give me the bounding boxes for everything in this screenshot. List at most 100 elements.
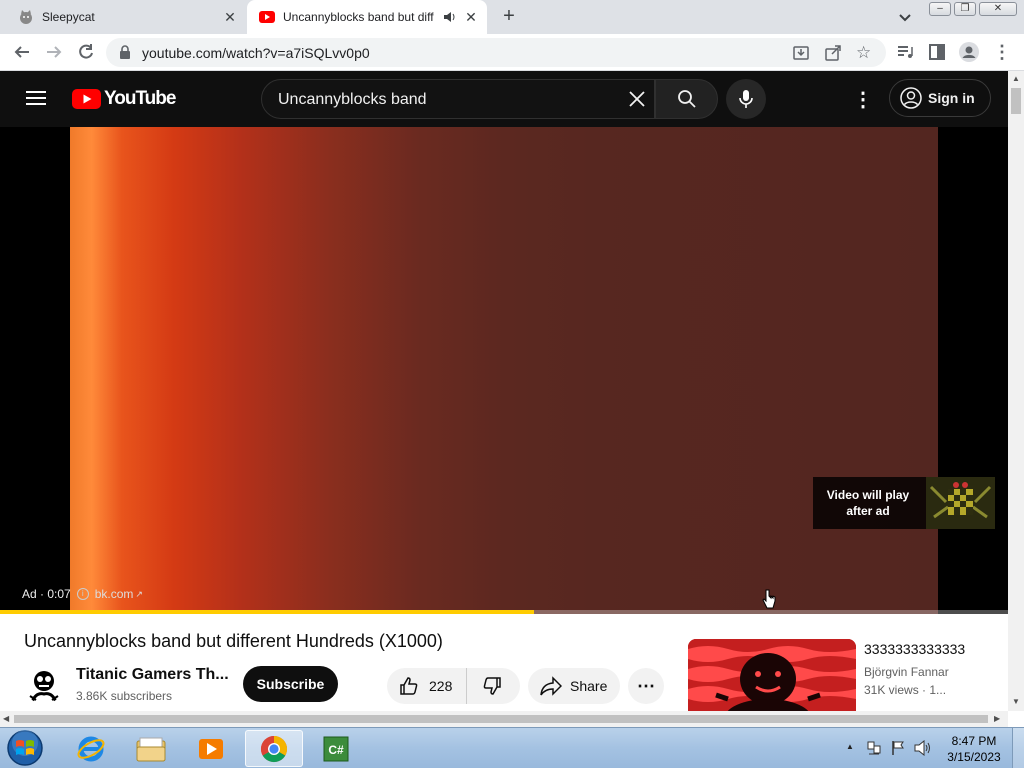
subscribe-button[interactable]: Subscribe [243, 666, 338, 702]
horizontal-scroll-thumb[interactable] [14, 715, 988, 723]
channel-name[interactable]: Titanic Gamers Th... [76, 666, 229, 684]
minimize-window-button[interactable]: – [929, 2, 951, 16]
youtube-header: YouTube Uncannyblocks band ⋮ Sign in [0, 71, 1008, 127]
url-text: youtube.com/watch?v=a7iSQLvv0p0 [142, 45, 370, 61]
csharp-icon: C# [323, 736, 349, 761]
start-button[interactable] [2, 728, 48, 768]
recommended-video-thumbnail[interactable] [688, 639, 856, 712]
taskbar-chrome[interactable] [245, 730, 303, 767]
bookmark-star-icon[interactable]: ☆ [856, 43, 871, 63]
ad-domain-link[interactable]: bk.com [95, 587, 134, 601]
scroll-down-arrow-icon[interactable]: ▼ [1012, 697, 1020, 706]
show-hidden-icons-button[interactable]: ▲ [846, 742, 854, 751]
voice-search-button[interactable] [726, 79, 766, 119]
search-query-text: Uncannyblocks band [278, 91, 427, 108]
like-button[interactable]: 228 [387, 668, 467, 704]
recommended-video-title[interactable]: 3333333333333 [864, 641, 966, 657]
close-tab-icon[interactable]: ✕ [222, 9, 238, 25]
youtube-logo-text: YouTube [104, 88, 176, 109]
thumbs-down-icon [483, 677, 501, 695]
browser-toolbar: youtube.com/watch?v=a7iSQLvv0p0 ☆ ⋮ [0, 34, 1024, 71]
ad-info-bar: Ad · 0:07 i bk.com ↗ [22, 587, 143, 601]
lock-icon[interactable] [119, 45, 131, 64]
media-player-icon [199, 738, 223, 759]
external-link-icon: ↗ [135, 588, 143, 599]
install-icon[interactable] [792, 44, 810, 67]
close-window-button[interactable]: ✕ [979, 2, 1017, 16]
subscriber-count: 3.86K subscribers [76, 689, 173, 703]
like-count: 228 [429, 678, 453, 694]
dislike-button[interactable] [467, 668, 517, 704]
profile-icon[interactable] [957, 40, 981, 64]
ad-preview-text: Video will play after ad [826, 488, 910, 518]
chrome-icon [260, 735, 288, 762]
scroll-left-arrow-icon[interactable]: ◀ [3, 714, 9, 723]
ad-preview-tile[interactable]: Video will play after ad [813, 477, 995, 529]
back-button[interactable] [10, 40, 34, 64]
folder-icon [136, 737, 166, 761]
search-input[interactable]: Uncannyblocks band [261, 79, 655, 119]
tab-search-chevron-icon[interactable] [897, 9, 913, 25]
tab-youtube-video[interactable]: Uncannyblocks band but diff ✕ [247, 0, 487, 34]
clock-time: 8:47 PM [951, 734, 997, 748]
system-clock[interactable]: 8:47 PM 3/15/2023 [946, 733, 1002, 765]
video-title: Uncannyblocks band but different Hundred… [24, 631, 443, 651]
tab-title: Sleepycat [42, 10, 95, 24]
recommended-video-channel[interactable]: Björgvin Fannar [864, 665, 949, 679]
network-icon[interactable] [866, 740, 882, 761]
thumbs-up-icon [400, 677, 418, 695]
channel-avatar[interactable] [24, 664, 64, 704]
windows-taskbar: C# ▲ 8:47 PM 3/15/2023 [0, 727, 1024, 768]
vertical-scrollbar[interactable]: ▲ ▼ [1008, 71, 1024, 711]
settings-menu-icon[interactable]: ⋮ [853, 87, 873, 112]
guide-menu-icon[interactable] [26, 90, 46, 106]
media-control-icon[interactable] [893, 40, 917, 64]
ad-info-icon[interactable]: i [76, 588, 89, 600]
vertical-scroll-thumb[interactable] [1011, 88, 1021, 114]
taskbar-internet-explorer[interactable] [62, 730, 120, 767]
ad-preview-thumbnail[interactable] [926, 477, 995, 529]
video-details: Uncannyblocks band but different Hundred… [0, 614, 1008, 712]
video-player[interactable]: Ad · 0:07 i bk.com ↗ Video will play aft… [0, 127, 1008, 614]
show-desktop-button[interactable] [1012, 728, 1024, 768]
clock-date: 3/15/2023 [947, 750, 1001, 764]
taskbar-file-explorer[interactable] [122, 730, 180, 767]
browser-menu-icon[interactable]: ⋮ [990, 40, 1014, 64]
volume-icon[interactable] [914, 739, 932, 761]
sign-in-button[interactable]: Sign in [889, 79, 991, 117]
taskbar-media-player[interactable] [182, 730, 240, 767]
horizontal-scrollbar[interactable]: ◀ ▶ [0, 711, 1008, 727]
share-label: Share [570, 678, 608, 694]
microphone-icon [739, 90, 753, 108]
share-page-icon[interactable] [824, 44, 842, 67]
browser-tab-strip: Sleepycat ✕ Uncannyblocks band but diff … [0, 0, 1024, 34]
scroll-up-arrow-icon[interactable]: ▲ [1012, 74, 1020, 83]
restore-window-button[interactable]: ❐ [954, 2, 976, 16]
forward-button[interactable] [42, 40, 66, 64]
internet-explorer-icon [77, 736, 105, 761]
more-actions-button[interactable]: ⋯ [628, 668, 664, 704]
youtube-play-icon [72, 89, 101, 109]
action-center-flag-icon[interactable] [890, 740, 906, 761]
share-button[interactable]: Share [528, 668, 620, 704]
youtube-favicon-icon [259, 9, 275, 25]
clear-search-icon[interactable] [628, 90, 646, 113]
ad-countdown: Ad · 0:07 [22, 587, 71, 601]
address-bar[interactable]: youtube.com/watch?v=a7iSQLvv0p0 ☆ [106, 38, 886, 67]
youtube-logo[interactable]: YouTube [72, 88, 176, 110]
tab-title: Uncannyblocks band but diff [283, 10, 434, 24]
account-icon [900, 87, 922, 109]
video-frame[interactable] [70, 127, 938, 614]
audio-playing-icon[interactable] [443, 10, 457, 27]
search-icon [677, 90, 696, 108]
like-dislike-bar: 228 [387, 668, 520, 704]
taskbar-csharp-app[interactable]: C# [307, 730, 365, 767]
new-tab-button[interactable]: + [498, 6, 520, 28]
search-button[interactable] [655, 79, 718, 119]
side-panel-icon[interactable] [925, 40, 949, 64]
close-tab-icon[interactable]: ✕ [463, 9, 479, 25]
scroll-right-arrow-icon[interactable]: ▶ [994, 714, 1000, 723]
reload-button[interactable] [74, 40, 98, 64]
sign-in-label: Sign in [928, 90, 975, 106]
tab-sleepycat[interactable]: Sleepycat ✕ [0, 0, 246, 34]
